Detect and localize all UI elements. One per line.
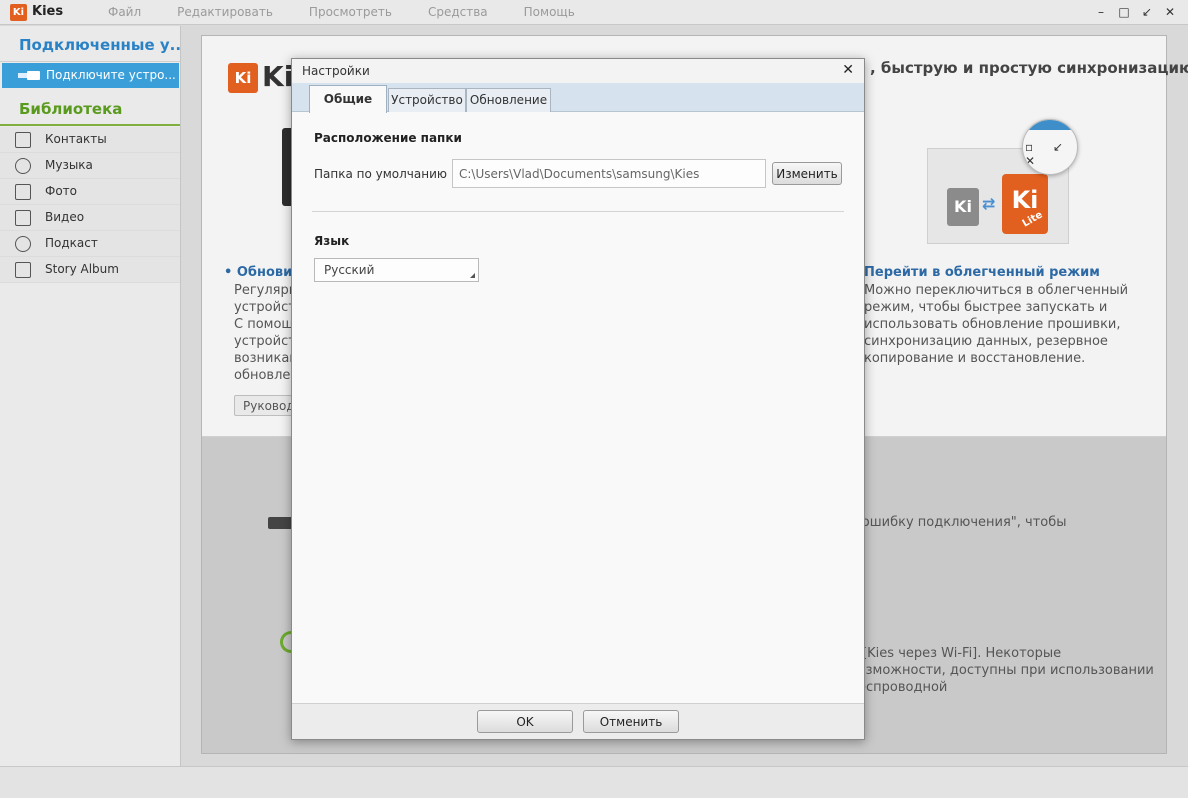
sidebar-item-label: Музыка [45, 158, 93, 172]
story-album-icon [15, 262, 31, 278]
update-description: Регулярно устройств С помощ устройств во… [234, 282, 294, 384]
sidebar-item-label: Story Album [45, 262, 119, 276]
sidebar-item-photo[interactable]: Фото [0, 179, 180, 205]
settings-dialog: Настройки ✕ Общие Устройство Обновление … [291, 58, 865, 740]
app-title: Kies [32, 4, 64, 19]
minimize-icon[interactable]: – [1092, 3, 1110, 21]
update-text-line: С помощ [234, 317, 294, 332]
language-section-title: Язык [314, 234, 350, 248]
compact-mode-icon[interactable]: ↙ [1138, 3, 1156, 21]
photo-icon [15, 184, 31, 200]
sidebar-item-label: Подключите устро... [46, 68, 176, 82]
contacts-icon [15, 132, 31, 148]
update-text-line: устройств [234, 300, 294, 315]
kies-small-icon: Ki [947, 188, 979, 226]
connected-devices-heading: Подключенные у... [0, 26, 180, 62]
change-folder-button[interactable]: Изменить [772, 162, 842, 185]
ok-button[interactable]: OK [477, 710, 573, 733]
sidebar-item-connect-device[interactable]: Подключите устро... [2, 63, 179, 88]
tab-device[interactable]: Устройство [388, 88, 466, 112]
sidebar-item-label: Фото [45, 184, 78, 198]
usb-plug-icon [18, 71, 40, 80]
connection-error-text: ь ошибку подключения", чтобы [850, 515, 1067, 530]
language-select-value: Русский [324, 263, 375, 277]
update-text-line: возникаю [234, 351, 294, 366]
sidebar-item-label: Видео [45, 210, 85, 224]
welcome-headline: , быструю и простую синхронизацию [870, 59, 1188, 77]
kies-logo-icon: Ki [10, 4, 27, 21]
dialog-title: Настройки [302, 64, 370, 78]
lite-mode-description: Можно переключиться в облегченный режим,… [864, 283, 1129, 366]
sidebar-item-podcast[interactable]: Подкаст [0, 231, 180, 257]
dialog-tabs: Общие Устройство Обновление [292, 83, 864, 113]
library-list: Контакты Музыка Фото Видео Подкаст Story… [0, 127, 180, 283]
title-bar: Ki Kies Файл Редактировать Просмотреть С… [0, 0, 1188, 25]
menu-edit[interactable]: Редактировать [177, 5, 273, 19]
kies-logo-icon: Ki [228, 63, 258, 93]
update-text-line: обновлен [234, 368, 294, 383]
close-icon[interactable]: ✕ [842, 62, 854, 78]
window-controls-zoom-icon: ▫ ↙ ✕ [1022, 119, 1078, 175]
menu-help[interactable]: Помощь [524, 5, 575, 19]
sidebar-item-contacts[interactable]: Контакты [0, 127, 180, 153]
cancel-button[interactable]: Отменить [583, 710, 679, 733]
sidebar-item-story-album[interactable]: Story Album [0, 257, 180, 283]
sidebar-item-video[interactable]: Видео [0, 205, 180, 231]
dropdown-corner-icon [470, 273, 475, 278]
zoom-bar [1023, 120, 1077, 130]
sidebar-item-label: Контакты [45, 132, 107, 146]
restore-icon[interactable]: □ [1115, 3, 1133, 21]
status-bar [0, 766, 1188, 798]
video-icon [15, 210, 31, 226]
zoom-glyphs: ▫ ↙ ✕ [1025, 140, 1072, 168]
menu-bar: Файл Редактировать Просмотреть Средства … [90, 5, 593, 19]
tab-general[interactable]: Общие [309, 85, 387, 113]
music-icon [15, 158, 31, 174]
default-folder-label: Папка по умолчанию : [314, 167, 455, 181]
update-text-line: Регулярно [234, 283, 294, 298]
dialog-footer: OK Отменить [292, 703, 864, 739]
folder-section-title: Расположение папки [314, 131, 462, 145]
sidebar: Подключенные у... Подключите устро... Би… [0, 26, 181, 766]
language-select[interactable]: Русский [314, 258, 479, 282]
menu-file[interactable]: Файл [108, 5, 141, 19]
lite-mode-link[interactable]: Перейти в облегченный режим [864, 265, 1100, 280]
wifi-description: о [Kies через Wi-Fi]. Некоторые возможно… [850, 646, 1154, 695]
library-heading: Библиотека [0, 92, 180, 126]
update-text-line: устройств [234, 334, 294, 349]
menu-tools[interactable]: Средства [428, 5, 488, 19]
tab-update[interactable]: Обновление [466, 88, 551, 112]
podcast-icon [15, 236, 31, 252]
dialog-title-bar: Настройки ✕ [292, 59, 864, 83]
section-divider [312, 211, 844, 212]
default-folder-field[interactable]: C:\Users\Vlad\Documents\samsung\Kies [452, 159, 766, 188]
close-icon[interactable]: ✕ [1161, 3, 1179, 21]
sidebar-item-music[interactable]: Музыка [0, 153, 180, 179]
menu-view[interactable]: Просмотреть [309, 5, 392, 19]
switch-arrows-icon: ⇄ [982, 194, 996, 213]
sidebar-item-label: Подкаст [45, 236, 98, 250]
